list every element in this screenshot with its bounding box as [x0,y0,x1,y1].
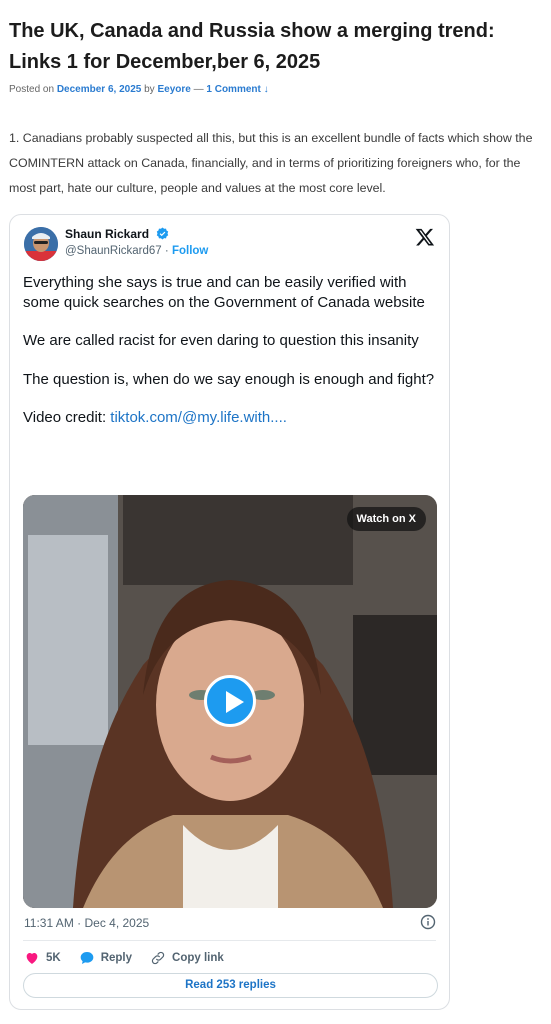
video-player[interactable]: Watch on X [23,495,437,908]
post-body-text: 1. Canadians probably suspected all this… [9,131,533,195]
reply-label: Reply [100,952,133,964]
tweet-actions: 5K Reply Copy link [24,948,224,968]
divider [23,940,436,941]
post-meta: Posted on December 6, 2025 by Eeyore — 1… [9,84,539,95]
like-count: 5K [46,952,61,964]
link-icon [150,950,166,966]
tweet-paragraph: Everything she says is true and can be e… [23,274,425,311]
heart-icon [24,950,40,966]
verified-badge-icon [156,227,169,243]
copy-link-label: Copy link [172,952,224,964]
author-name-text[interactable]: Shaun Rickard [65,227,149,241]
x-logo-icon[interactable] [415,227,435,247]
comments-link[interactable]: 1 Comment ↓ [206,84,268,95]
tweet-paragraph: The question is, when do we say enough i… [23,370,435,388]
handle-row: @ShaunRickard67 · Follow [65,245,208,257]
author-link[interactable]: Eeyore [157,84,190,95]
avatar[interactable] [24,227,58,261]
author-handle[interactable]: @ShaunRickard67 [65,245,162,257]
watch-on-x-button[interactable]: Watch on X [346,507,426,531]
copy-link-action[interactable]: Copy link [150,950,224,966]
video-credit-link[interactable]: tiktok.com/@my.life.with.... [110,409,287,426]
posted-on-label: Posted on [9,84,55,95]
tweet-text: Everything she says is true and can be e… [23,273,443,447]
post-title: The UK, Canada and Russia show a merging… [9,20,495,73]
tweet-timestamp[interactable]: 11:31 AM · Dec 4, 2025 [24,916,149,930]
reply-bubble-icon [79,950,95,966]
video-credit-label: Video credit: [23,409,111,426]
info-icon[interactable] [420,914,436,930]
read-replies-button[interactable]: Read 253 replies [23,973,438,998]
play-icon[interactable] [204,675,256,727]
handle-dot: · [164,245,169,257]
follow-button[interactable]: Follow [172,245,208,257]
post-date-link[interactable]: December 6, 2025 [57,84,142,95]
like-action[interactable]: 5K [24,950,61,966]
tweet-paragraph: We are called racist for even daring to … [23,332,419,349]
author-name[interactable]: Shaun Rickard [65,227,169,243]
meta-separator: — [193,84,204,95]
by-label: by [144,84,155,95]
reply-action[interactable]: Reply [79,950,132,966]
tweet-embed: Shaun Rickard @ShaunRickard67 · Follow E… [9,214,450,1010]
video-credit: Video credit: tiktok.com/@my.life.with..… [23,408,443,428]
